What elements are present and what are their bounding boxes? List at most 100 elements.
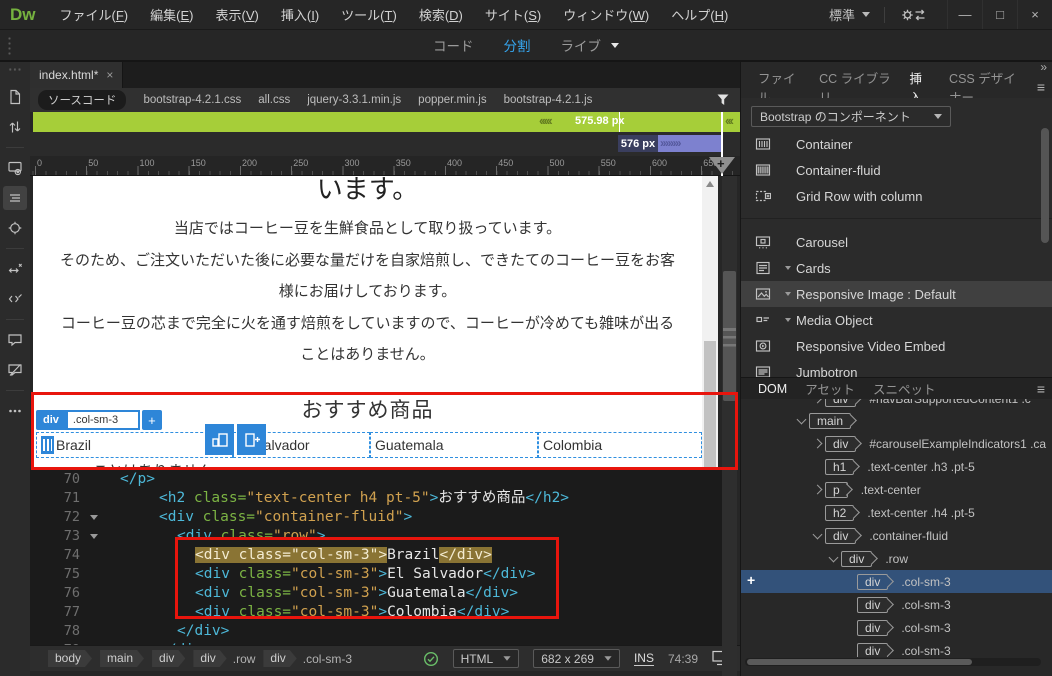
code-view[interactable]: 70</p>71<h2 class="text-center h4 pt-5">… [30,470,722,653]
menu-item-T[interactable]: ツール(T) [330,8,408,23]
insert-element-button[interactable] [237,424,266,455]
dom-row-div--col-sm-3[interactable]: div.col-sm-3 [741,593,1052,616]
comment-button[interactable] [3,328,27,352]
dom-tag-pill[interactable]: p [825,482,848,498]
dom-tag-pill[interactable]: main [809,413,851,429]
related-file[interactable]: all.css [258,94,290,106]
insert-mode-toggle[interactable]: INS [634,651,654,666]
collapse-panel-icon[interactable]: » [1040,60,1045,74]
insert-item-cards[interactable]: Cards [741,255,1052,281]
dom-row-div--carouselExampleIndicators1-ca[interactable]: div#carouselExampleIndicators1 .ca [741,432,1052,455]
menu-item-F[interactable]: ファイル(F) [49,8,140,23]
expander-right-icon[interactable] [809,486,825,493]
dom-row-div--col-sm-3[interactable]: div.col-sm-3 [741,616,1052,639]
insert-item-carousel[interactable]: Carousel [741,229,1052,255]
dom-row-h1--text-center-h3-pt-5[interactable]: h1.text-center .h3 .pt-5 [741,455,1052,478]
window-size-dropdown[interactable]: 682 x 269 [533,649,620,668]
editor-scrollbar[interactable] [722,176,737,676]
file-button[interactable] [3,85,27,109]
dom-row-div--row[interactable]: div.row [741,547,1052,570]
dom-row-h2--text-center-h4-pt-5[interactable]: h2.text-center .h4 .pt-5 [741,501,1052,524]
insert-panel-scrollbar-thumb[interactable] [1041,128,1049,243]
dom-tag-pill[interactable]: div [857,620,888,636]
dom-tag-pill[interactable]: h2 [825,505,854,521]
expander-right-icon[interactable] [809,440,825,447]
code-edit-button[interactable] [3,287,27,311]
view-mode-code[interactable]: コード [433,35,474,55]
drag-handle-icon[interactable] [41,436,54,454]
panel-menu-icon[interactable]: ≡ [1037,381,1045,397]
breadcrumb-body[interactable]: body [48,650,92,667]
insert-category-dropdown[interactable]: Bootstrap のコンポーネント [751,106,951,127]
dom-row-div--navBarSupportedContent1-c[interactable]: div#navBarSupportedContent1 .c [741,399,1052,409]
close-icon[interactable]: × [106,68,113,82]
code-fold-arrow-icon[interactable] [90,515,98,520]
dom-horizontal-scrollbar-thumb[interactable] [747,659,972,665]
related-file[interactable]: bootstrap-4.2.1.css [143,94,241,106]
dom-tag-pill[interactable]: div [825,436,856,452]
dom-row-main[interactable]: main [741,409,1052,432]
comment-remove-button[interactable] [3,358,27,382]
source-code-button[interactable]: ソースコード [38,90,126,110]
live-view-scrollbar-thumb[interactable] [704,341,716,467]
view-mode-live[interactable]: ライブ [561,35,620,55]
add-element-icon[interactable]: + [747,572,755,588]
toolbar-grip[interactable] [8,67,22,72]
view-mode-split[interactable]: 分割 [504,35,531,55]
live-view[interactable]: います。 当店ではコーヒー豆を生鮮食品として取り扱っています。そのため、ご注文い… [33,176,718,470]
dom-tag-pill[interactable]: h1 [825,459,854,475]
expander-down-icon[interactable] [809,533,825,538]
dom-row-div--col-sm-3[interactable]: div.col-sm-3 [741,639,1052,657]
editor-scrollbar-thumb[interactable] [723,271,736,401]
swap-size-button[interactable] [205,424,234,455]
expander-right-icon[interactable] [809,399,825,402]
media-query-bar[interactable]: ‹‹‹‹‹ 575.98 px ‹‹‹ [33,112,740,132]
maximize-button[interactable]: □ [982,0,1017,29]
dom-tag-pill[interactable]: div [857,597,888,613]
format-source-button[interactable] [3,186,27,210]
dom-panel-tab-アセット[interactable]: アセット [796,379,864,398]
element-display-tag[interactable]: div [36,410,66,430]
expander-down-icon[interactable] [825,556,841,561]
item-dropdown-caret-icon[interactable] [785,266,796,270]
dom-tag-pill[interactable]: div [825,399,856,407]
menu-item-I[interactable]: 挿入(I) [270,8,330,23]
inspect-mode-button[interactable] [3,216,27,240]
dom-tag-pill[interactable]: div [857,574,888,590]
dom-row-p--text-center[interactable]: p.text-center [741,478,1052,501]
document-tab[interactable]: index.html* × [30,62,123,88]
column-cell-colombia[interactable]: Colombia [538,432,702,458]
dom-row-div--container-fluid[interactable]: div.container-fluid [741,524,1052,547]
live-view-scrollbar[interactable] [702,176,718,470]
more-options-button[interactable] [3,399,27,423]
menu-item-E[interactable]: 編集(E) [139,8,204,23]
toolbar-grip[interactable] [7,36,12,56]
dom-tag-pill[interactable]: div [825,528,856,544]
insert-item-grid-row-with-column[interactable]: Grid Row with column [741,183,1052,209]
column-cell-brazil[interactable]: Brazil [36,432,233,458]
dom-tag-pill[interactable]: div [857,643,888,658]
insert-item-responsive-video-embed[interactable]: Responsive Video Embed [741,333,1052,359]
extract-button[interactable] [3,257,27,281]
insert-item-container[interactable]: Container [741,131,1052,157]
minimize-button[interactable]: — [947,0,982,29]
scroll-up-arrow-icon[interactable] [706,181,714,187]
breadcrumb-div-row[interactable]: div.row [193,650,255,667]
insert-item-responsive-image-default[interactable]: Responsive Image : Default [741,281,1052,307]
related-file[interactable]: popper.min.js [418,94,486,106]
expander-down-icon[interactable] [793,418,809,423]
insert-item-media-object[interactable]: Media Object [741,307,1052,333]
item-dropdown-caret-icon[interactable] [785,292,796,296]
close-button[interactable]: × [1017,0,1052,29]
menu-item-V[interactable]: 表示(V) [205,8,270,23]
live-code-options-button[interactable] [3,156,27,180]
breadcrumb-div-col-sm-3[interactable]: div.col-sm-3 [263,650,352,667]
scrubber-chevron-band[interactable]: ›››››››› [658,135,722,152]
filter-related-files-button[interactable] [716,93,740,107]
column-cell-guatemala[interactable]: Guatemala [370,432,538,458]
menu-item-W[interactable]: ウィンドウ(W) [552,8,660,23]
menu-item-D[interactable]: 検索(D) [408,8,474,23]
item-dropdown-caret-icon[interactable] [785,318,796,322]
breadcrumb-main[interactable]: main [100,650,144,667]
insert-item-jumbotron[interactable]: Jumbotron [741,359,1052,377]
